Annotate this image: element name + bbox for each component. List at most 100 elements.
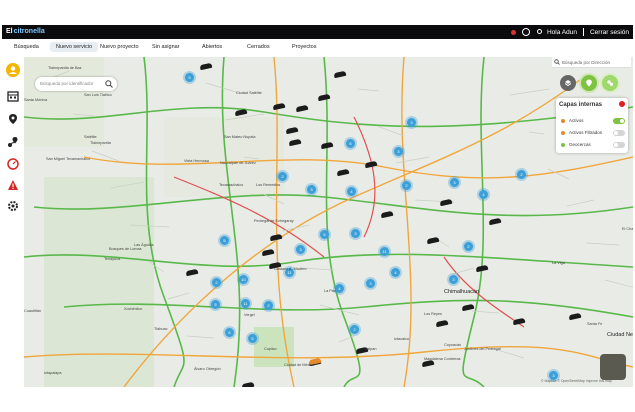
tab-cerrados[interactable]: Cerrados: [247, 44, 270, 50]
cluster-marker[interactable]: 6: [225, 328, 234, 337]
cluster-marker[interactable]: 3: [366, 279, 375, 288]
user-icon[interactable]: [6, 63, 20, 77]
top-right-controls: Hola Adun Cerrar sesión: [510, 28, 629, 36]
cluster-marker[interactable]: 3: [450, 178, 459, 187]
park-area: [24, 57, 104, 147]
tab-proyectos[interactable]: Proyectos: [292, 44, 316, 50]
map-place-label: Xochimilco: [124, 307, 143, 311]
tab-busqueda[interactable]: Búsqueda: [14, 44, 39, 50]
route-icon[interactable]: [6, 135, 20, 149]
cluster-marker[interactable]: 2: [464, 242, 473, 251]
cluster-marker[interactable]: 2: [264, 301, 273, 310]
cluster-marker[interactable]: 2: [402, 181, 411, 190]
cluster-marker[interactable]: 11: [241, 299, 250, 308]
cluster-marker[interactable]: 5: [320, 230, 329, 239]
map-place-label: Bosques de Lomas: [109, 247, 142, 251]
pin-icon: [561, 131, 565, 135]
map-place-label: Ciudad de México: [284, 363, 315, 367]
cluster-marker[interactable]: 5: [220, 236, 229, 245]
layer-row-activos[interactable]: Activos: [561, 118, 625, 126]
layer-row-geocercas[interactable]: Geocercas: [561, 142, 625, 150]
cluster-marker[interactable]: 5: [346, 139, 355, 148]
settings-icon[interactable]: [6, 199, 20, 213]
map-place-label: Gustavo A. Madero: [274, 267, 307, 271]
map-place-label: Las Águilas: [134, 243, 154, 247]
cluster-marker[interactable]: 2: [278, 172, 287, 181]
tab-bar: Búsqueda Nuevo servicio Nuevo proyecto S…: [2, 39, 633, 58]
cluster-marker[interactable]: 5: [248, 334, 257, 343]
tab-nuevo-proyecto[interactable]: Nuevo proyecto: [100, 44, 139, 50]
tab-sin-asignar[interactable]: Sin asignar: [152, 44, 180, 50]
map-place-label: Tlalnepantla: [90, 141, 111, 145]
cluster-marker[interactable]: 11: [380, 247, 389, 256]
pin-layer-icon[interactable]: [581, 75, 597, 91]
cluster-marker[interactable]: 3: [307, 185, 316, 194]
satellite-thumbnail[interactable]: [600, 354, 626, 380]
user-icon[interactable]: [536, 29, 542, 35]
search-icon: [105, 80, 113, 88]
map-place-label: Tlalpan: [364, 347, 377, 351]
gauge-icon[interactable]: [6, 157, 20, 171]
calendar-icon[interactable]: [6, 89, 20, 103]
alert-icon[interactable]: [6, 178, 20, 192]
cluster-marker[interactable]: 2: [212, 278, 221, 287]
layers-icon[interactable]: [560, 75, 576, 91]
cluster-marker[interactable]: 5: [211, 300, 220, 309]
map-place-label: Ciudad Satélite: [236, 91, 262, 95]
map-place-label: La Viga: [552, 261, 565, 265]
cluster-marker[interactable]: 4: [391, 268, 400, 277]
map-place-label: El Charro: [622, 227, 633, 231]
search-identifier-input[interactable]: Búsqueda por identificador: [35, 77, 117, 91]
map-roads: [24, 57, 633, 387]
cluster-marker[interactable]: 4: [479, 190, 488, 199]
cluster-marker[interactable]: 2: [350, 325, 359, 334]
cluster-marker[interactable]: 3: [407, 118, 416, 127]
map-place-label: San Mateo Nopala: [224, 135, 256, 139]
cluster-marker[interactable]: 2: [517, 170, 526, 179]
tab-nuevo-servicio[interactable]: Nuevo servicio: [50, 42, 99, 52]
notification-icon[interactable]: [510, 29, 516, 35]
map-place-label: Tenayuca: [104, 257, 121, 261]
map-place-label: Chimalhuacán: [444, 289, 480, 295]
logout-button[interactable]: Cerrar sesión: [590, 29, 629, 36]
layer-row-activos-filtrados[interactable]: Activos Filtrados: [561, 130, 625, 138]
cluster-marker[interactable]: 4: [347, 187, 356, 196]
layer-buttons: [560, 75, 618, 91]
cluster-marker[interactable]: 3: [351, 229, 360, 238]
toggle-activos-filtrados[interactable]: [613, 130, 625, 136]
tab-abiertos[interactable]: Abiertos: [202, 44, 222, 50]
cluster-marker[interactable]: 3: [394, 147, 403, 156]
top-bar: Elcitronella Hola Adun Cerrar sesión: [2, 25, 633, 39]
cluster-marker[interactable]: 3: [449, 275, 458, 284]
map-place-label: San Luis Tlatilco: [84, 93, 112, 97]
map-canvas[interactable]: 5 3 5 3 2 3 4 2 3 4 2 5 5 3 3 11 11 10 2 3 4 4 3 2 5 11 2 6 5 2 3 Tlaln…: [24, 57, 633, 387]
map-place-label: Iztacalco: [394, 337, 409, 341]
map-place-label: Satélite: [84, 135, 97, 139]
map-place-label: Coyoacán: [444, 343, 462, 347]
map-place-label: Magdalena Contreras: [424, 357, 461, 361]
search-icon: [554, 59, 560, 65]
cluster-marker[interactable]: 10: [239, 275, 248, 284]
pin-icon: [561, 143, 565, 147]
cluster-marker[interactable]: 3: [296, 245, 305, 254]
toggle-activos[interactable]: [613, 118, 625, 124]
map-place-label: Naucalpan de Juárez: [220, 161, 256, 165]
sidebar: [2, 57, 25, 387]
map-place-label: Tecamachalco: [219, 183, 244, 187]
map-place-label: Álvaro Obregón: [194, 367, 221, 371]
layers-panel: Capas internas Activos Activos Filtrados…: [556, 98, 628, 153]
globe-icon[interactable]: [521, 28, 530, 36]
map-place-label: La Paz: [324, 289, 336, 293]
cluster-marker[interactable]: 5: [185, 73, 194, 82]
location-pin-icon[interactable]: [6, 112, 20, 126]
pin-icon: [561, 119, 565, 123]
map-place-label: Cuautitlán: [24, 309, 42, 313]
map-place-label: Vergel: [244, 313, 255, 317]
toggle-geocercas[interactable]: [613, 142, 625, 148]
close-icon[interactable]: [619, 101, 625, 107]
cluster-marker[interactable]: 4: [335, 284, 344, 293]
cluster-layer-icon[interactable]: [602, 75, 618, 91]
map-place-label: Tláhuac: [154, 327, 168, 331]
map-place-label: Santa Mónica: [24, 98, 48, 102]
search-address-input[interactable]: Búsqueda por Dirección: [552, 57, 631, 68]
